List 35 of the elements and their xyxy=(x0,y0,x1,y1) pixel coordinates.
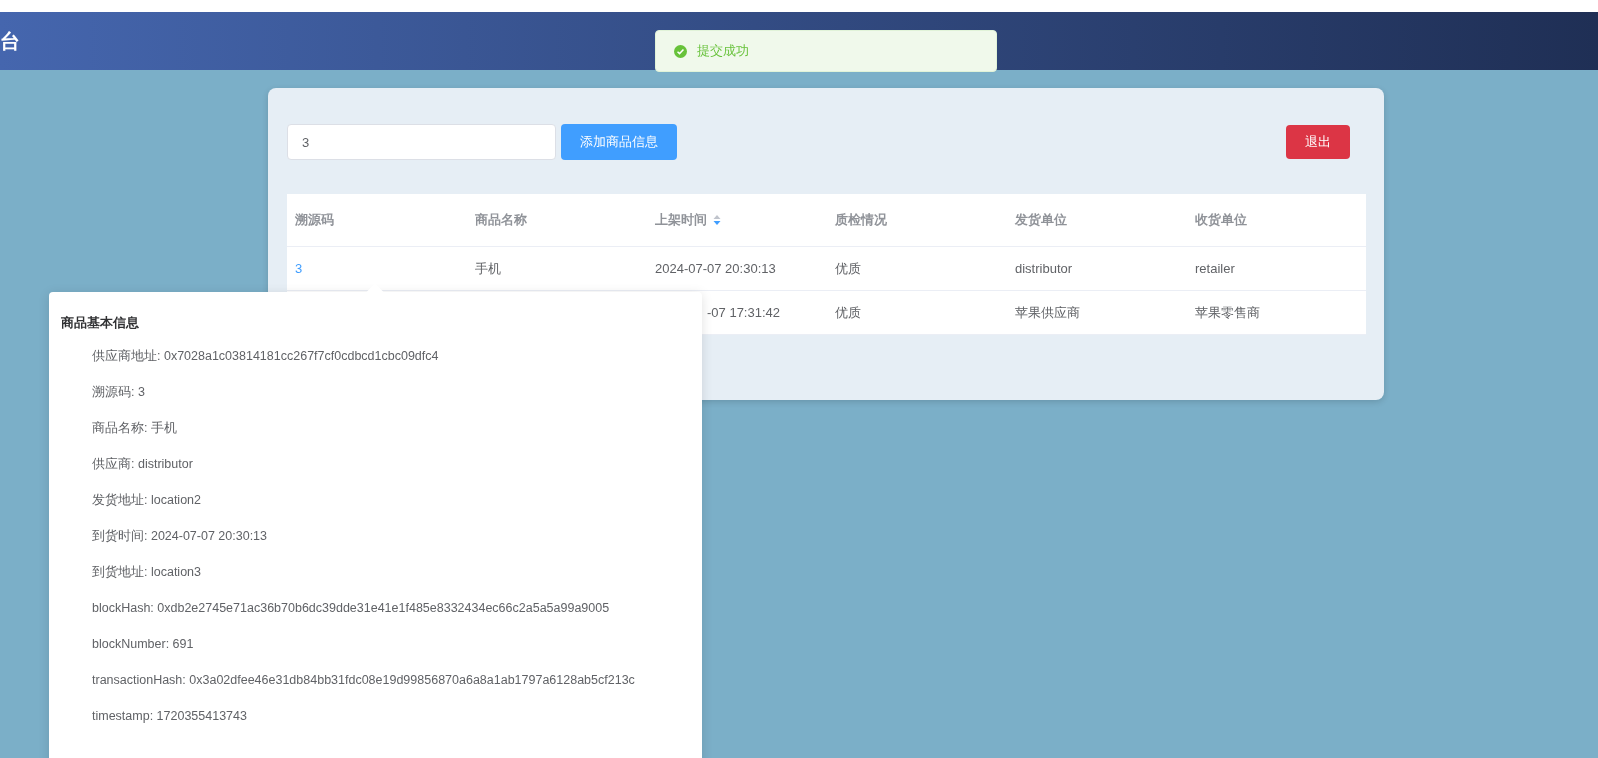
sort-icon[interactable] xyxy=(713,214,721,226)
table-cell: retailer xyxy=(1195,261,1235,276)
table-cell: distributor xyxy=(1015,261,1073,276)
trace-code-link[interactable]: 3 xyxy=(295,261,303,276)
table-cell-text: -07 17:31:42 xyxy=(706,305,780,320)
column-header: 商品名称 xyxy=(475,211,527,229)
column-header: 质检情况 xyxy=(835,211,887,229)
info-line: 到货时间: 2024-07-07 20:30:13 xyxy=(91,528,269,545)
column-header: 上架时间 xyxy=(655,211,707,229)
logout-button[interactable]: 退出 xyxy=(1286,125,1350,159)
toast-text: 提交成功 xyxy=(697,42,749,60)
table-cell: 手机 xyxy=(475,259,501,278)
info-line: blockNumber: 691 xyxy=(91,636,195,653)
info-line: timestamp: 1720355413743 xyxy=(91,708,248,725)
info-line: 供应商地址: 0x7028a1c03814181cc267f7cf0cdbcd1cbc09dfc4 xyxy=(91,348,440,365)
column-header: 发货单位 xyxy=(1015,211,1067,229)
info-line: 供应商: distributor xyxy=(91,456,194,473)
info-line: 到货地址: location3 xyxy=(91,564,202,581)
table-cell: 2024-07-07 20:30:13 xyxy=(655,261,776,276)
info-line: blockHash: 0xdb2e2745e71ac36b70b6dc39dde31e41e1f485e8332434ec66c2a5a5a99a9005 xyxy=(91,600,611,617)
table-cell: 苹果零售商 xyxy=(1195,303,1260,322)
table-cell: 优质 xyxy=(835,259,861,278)
input-field[interactable]: 3 xyxy=(287,124,556,160)
popover-title: 商品基本信息 xyxy=(61,314,140,332)
app-title: 台 xyxy=(0,28,20,54)
column-header: 收货单位 xyxy=(1195,211,1247,229)
info-line: 溯源码: 3 xyxy=(91,384,146,401)
table-cell: 优质 xyxy=(835,303,861,322)
check-circle-icon xyxy=(674,44,687,58)
add-button[interactable]: 添加商品信息 xyxy=(561,124,677,160)
table-cell: 苹果供应商 xyxy=(1015,303,1080,322)
info-line: 商品名称: 手机 xyxy=(91,420,178,437)
column-header: 溯源码 xyxy=(295,211,334,229)
info-line: transactionHash: 0x3a02dfee46e31db84bb31fdc08e19d99856870a6a8a1ab1797a6128ab5cf213c xyxy=(91,672,636,689)
info-line: 发货地址: location2 xyxy=(91,492,202,509)
